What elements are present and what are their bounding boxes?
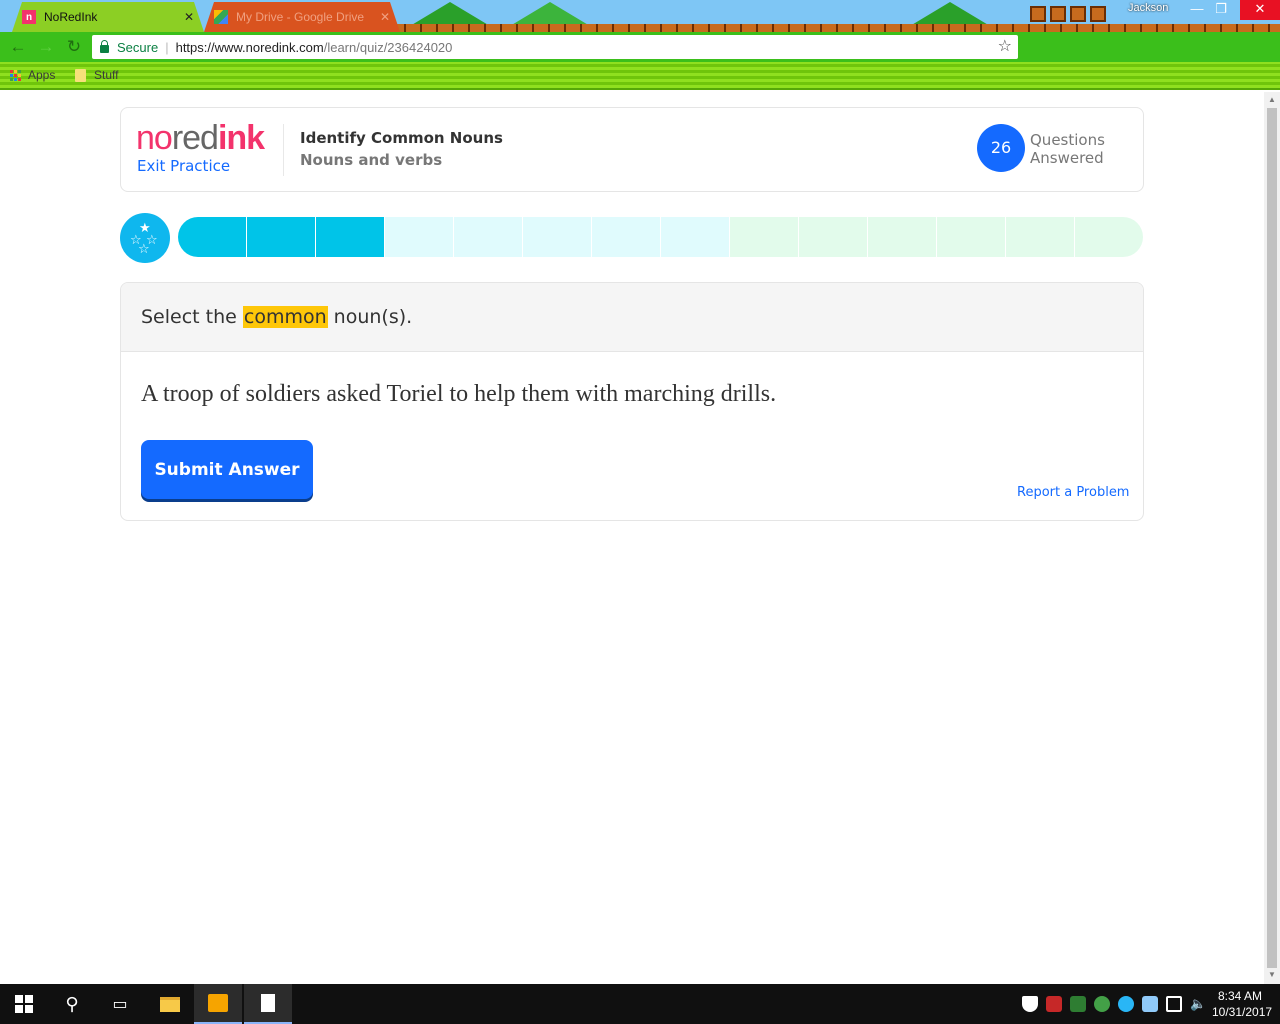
- scrollbar-thumb[interactable]: [1267, 108, 1277, 968]
- bookmark-stuff[interactable]: Stuff: [75, 68, 118, 82]
- scroll-up-arrow-icon[interactable]: ▲: [1268, 95, 1276, 104]
- volume-icon[interactable]: 🔈: [1190, 996, 1206, 1012]
- progress-segment-remaining: [1006, 217, 1075, 257]
- progress-segment-complete: [316, 217, 385, 257]
- reload-icon[interactable]: ↻: [60, 37, 88, 57]
- bookmark-label: Stuff: [94, 68, 119, 82]
- submit-answer-button[interactable]: Submit Answer: [141, 440, 313, 499]
- progress-segment-remaining: [868, 217, 937, 257]
- progress-segment-remaining: [799, 217, 868, 257]
- system-clock[interactable]: 8:34 AM 10/31/2017: [1212, 988, 1272, 1020]
- quiz-title: Identify Common Nouns: [300, 129, 503, 147]
- scroll-down-arrow-icon[interactable]: ▼: [1268, 970, 1276, 979]
- bookmarks-bar: Apps Stuff: [0, 62, 1280, 90]
- mastery-stars-icon: ★ ☆ ☆ ☆: [120, 213, 170, 263]
- progress-segment-remaining: [454, 217, 523, 257]
- exit-practice-link[interactable]: Exit Practice: [137, 157, 230, 175]
- quiz-subtitle: Nouns and verbs: [300, 151, 443, 169]
- bookmark-apps[interactable]: Apps: [10, 68, 55, 82]
- highlighted-term: common: [242, 306, 328, 328]
- browser-titlebar: n NoRedInk ✕ My Drive - Google Drive ✕ J…: [0, 0, 1280, 32]
- prompt-bar: Select the common noun(s).: [121, 283, 1143, 352]
- close-window-icon[interactable]: ✕: [1240, 0, 1280, 20]
- sync-icon[interactable]: [1094, 996, 1110, 1012]
- lock-icon: [100, 39, 109, 53]
- progress-segment-remaining: [730, 217, 799, 257]
- address-bar[interactable]: Secure | https://www.noredink.com /learn…: [92, 35, 1018, 59]
- question-card: Select the common noun(s). A troop of so…: [120, 282, 1144, 521]
- progress-segment-remaining: [523, 217, 592, 257]
- noredink-logo[interactable]: noredink: [136, 120, 265, 156]
- progress-bar: [178, 217, 1143, 257]
- questions-answered-label: Questions Answered: [1030, 131, 1105, 167]
- browser-toolbar: ← → ↻ Secure | https://www.noredink.com …: [0, 32, 1280, 88]
- noredink-favicon-icon: n: [22, 10, 36, 24]
- back-arrow-icon[interactable]: ←: [4, 37, 32, 57]
- question-sentence[interactable]: A troop of soldiers asked Toriel to help…: [141, 381, 776, 408]
- header-divider: [283, 124, 284, 176]
- bookmark-label: Apps: [28, 68, 56, 82]
- progress-segment-complete: [247, 217, 316, 257]
- progress-segment-remaining: [592, 217, 661, 257]
- quiz-header: noredink Exit Practice Identify Common N…: [120, 107, 1144, 192]
- document-app-icon[interactable]: [244, 984, 292, 1024]
- tab-title: My Drive - Google Drive: [236, 10, 365, 24]
- search-icon[interactable]: ⚲: [48, 984, 96, 1024]
- network-icon[interactable]: [1166, 996, 1182, 1012]
- secure-label: Secure: [117, 39, 159, 55]
- progress-segment-remaining: [385, 217, 454, 257]
- progress-segment-remaining: [937, 217, 1006, 257]
- tab-noredink[interactable]: n NoRedInk ✕: [12, 2, 204, 32]
- tab-google-drive[interactable]: My Drive - Google Drive ✕: [204, 2, 400, 32]
- progress-segment-complete: [178, 217, 247, 257]
- security-shield-icon[interactable]: [1022, 996, 1038, 1012]
- tray-shield-icon[interactable]: [1070, 996, 1086, 1012]
- question-prompt: Select the common noun(s).: [141, 306, 413, 328]
- profile-name[interactable]: Jackson: [1128, 2, 1168, 14]
- bookmark-star-icon[interactable]: ☆: [998, 36, 1012, 56]
- url-separator: |: [165, 39, 169, 55]
- task-view-icon[interactable]: ▭: [96, 984, 144, 1024]
- folder-icon: [75, 68, 86, 82]
- media-player-icon[interactable]: [194, 984, 242, 1024]
- restore-icon[interactable]: ❐: [1207, 0, 1235, 20]
- url-path: /learn/quiz/236424020: [323, 39, 453, 55]
- start-button[interactable]: [0, 984, 48, 1024]
- windows-logo-icon: [15, 995, 33, 1013]
- tab-title: NoRedInk: [44, 10, 98, 24]
- apps-grid-icon: [10, 69, 21, 81]
- questions-answered-count: 26: [977, 124, 1025, 172]
- close-tab-icon[interactable]: ✕: [184, 10, 194, 24]
- forward-arrow-icon[interactable]: →: [32, 37, 60, 57]
- tray-app-icon[interactable]: [1046, 996, 1062, 1012]
- close-tab-icon[interactable]: ✕: [380, 10, 390, 24]
- page-scrollbar[interactable]: ▲ ▼: [1264, 92, 1280, 984]
- progress-segment-remaining: [1075, 217, 1143, 257]
- page-content: noredink Exit Practice Identify Common N…: [0, 92, 1264, 984]
- google-drive-favicon-icon: [214, 10, 228, 24]
- url-host: https://www.noredink.com: [175, 39, 324, 55]
- file-explorer-icon[interactable]: [146, 984, 194, 1024]
- windows-taskbar: ⚲ ▭ 🔈 8:34 AM 10/31/2017: [0, 984, 1280, 1024]
- progress-segment-remaining: [661, 217, 730, 257]
- report-problem-link[interactable]: Report a Problem: [1017, 485, 1129, 500]
- share-icon[interactable]: [1118, 996, 1134, 1012]
- user-tray-icon[interactable]: [1142, 996, 1158, 1012]
